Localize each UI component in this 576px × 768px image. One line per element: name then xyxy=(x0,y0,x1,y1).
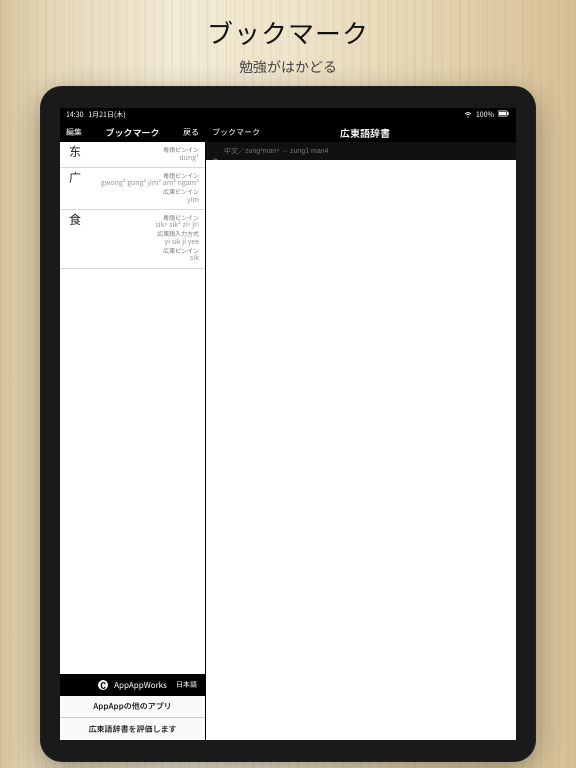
dictionary-body xyxy=(206,160,516,740)
wifi-icon xyxy=(464,110,472,121)
other-apps-button[interactable]: AppAppの他のアプリ xyxy=(60,696,205,718)
bookmark-pane: 編集 ブックマーク 戻る 东粤語ピンインdung¹广粤語ピンインgwong² g… xyxy=(60,122,206,740)
bookmark-title: ブックマーク xyxy=(82,126,183,139)
tablet-frame: 14:30 1月21日(木) 100% 編集 ブックマーク 戻る xyxy=(40,86,536,762)
brand-logo-icon xyxy=(98,680,108,690)
status-left: 14:30 1月21日(木) xyxy=(66,110,126,120)
entry-char: 广 xyxy=(66,172,84,205)
entry-char: 食 xyxy=(66,214,84,264)
search-input[interactable] xyxy=(224,148,510,155)
status-time: 14:30 xyxy=(66,110,84,120)
battery-icon xyxy=(498,110,510,120)
entry-lines: 粤語ピンインdung¹ xyxy=(84,146,199,163)
tablet-screen: 14:30 1月21日(木) 100% 編集 ブックマーク 戻る xyxy=(60,108,516,740)
footer-brand-bar[interactable]: AppAppWorks 日本語 xyxy=(60,674,205,696)
entry-value: yim xyxy=(84,196,199,205)
entry-value: dung¹ xyxy=(84,154,199,163)
dictionary-title: 広東語辞書 xyxy=(260,125,470,140)
entry-char: 东 xyxy=(66,146,84,163)
status-date: 1月21日(木) xyxy=(88,110,125,120)
brand-name: AppAppWorks xyxy=(114,680,167,691)
entry-lines: 粤語ピンインsik⁶ sik² zi⁶ ji⁶広東語入力方式yi sik ji … xyxy=(84,214,199,264)
bookmark-list[interactable]: 东粤語ピンインdung¹广粤語ピンインgwong² gong² jim² am²… xyxy=(60,142,205,674)
entry-label: 広東ピンイン xyxy=(84,188,199,196)
hero-subtitle: 勉強がはかどる xyxy=(0,57,576,77)
back-button[interactable]: 戻る xyxy=(183,127,199,138)
list-item[interactable]: 东粤語ピンインdung¹ xyxy=(60,142,205,168)
language-button[interactable]: 日本語 xyxy=(176,680,197,690)
status-battery: 100% xyxy=(476,110,494,120)
search-icon xyxy=(212,147,220,155)
entry-label: 広東ピンイン xyxy=(84,247,199,255)
app-root: 編集 ブックマーク 戻る 东粤語ピンインdung¹广粤語ピンインgwong² g… xyxy=(60,122,516,740)
entry-value: sik xyxy=(84,254,199,263)
status-bar: 14:30 1月21日(木) 100% xyxy=(60,108,516,122)
entry-lines: 粤語ピンインgwong² gong² jim² am² ngam²広東ピンインy… xyxy=(84,172,199,205)
dictionary-pane: ブックマーク 広東語辞書 xyxy=(206,122,516,740)
rate-app-button[interactable]: 広東語辞書を評価します xyxy=(60,718,205,740)
bookmark-navbar: 編集 ブックマーク 戻る xyxy=(60,122,205,142)
search-bar[interactable] xyxy=(206,142,516,160)
list-item[interactable]: 广粤語ピンインgwong² gong² jim² am² ngam²広東ピンイン… xyxy=(60,168,205,210)
edit-button[interactable]: 編集 xyxy=(66,127,82,138)
dictionary-navbar: ブックマーク 広東語辞書 xyxy=(206,122,516,142)
bookmark-nav-button[interactable]: ブックマーク xyxy=(212,127,260,138)
list-item[interactable]: 食粤語ピンインsik⁶ sik² zi⁶ ji⁶広東語入力方式yi sik ji… xyxy=(60,210,205,269)
status-right: 100% xyxy=(464,110,510,121)
hero-title: ブックマーク xyxy=(0,14,576,51)
hero-header: ブックマーク 勉強がはかどる xyxy=(0,0,576,77)
